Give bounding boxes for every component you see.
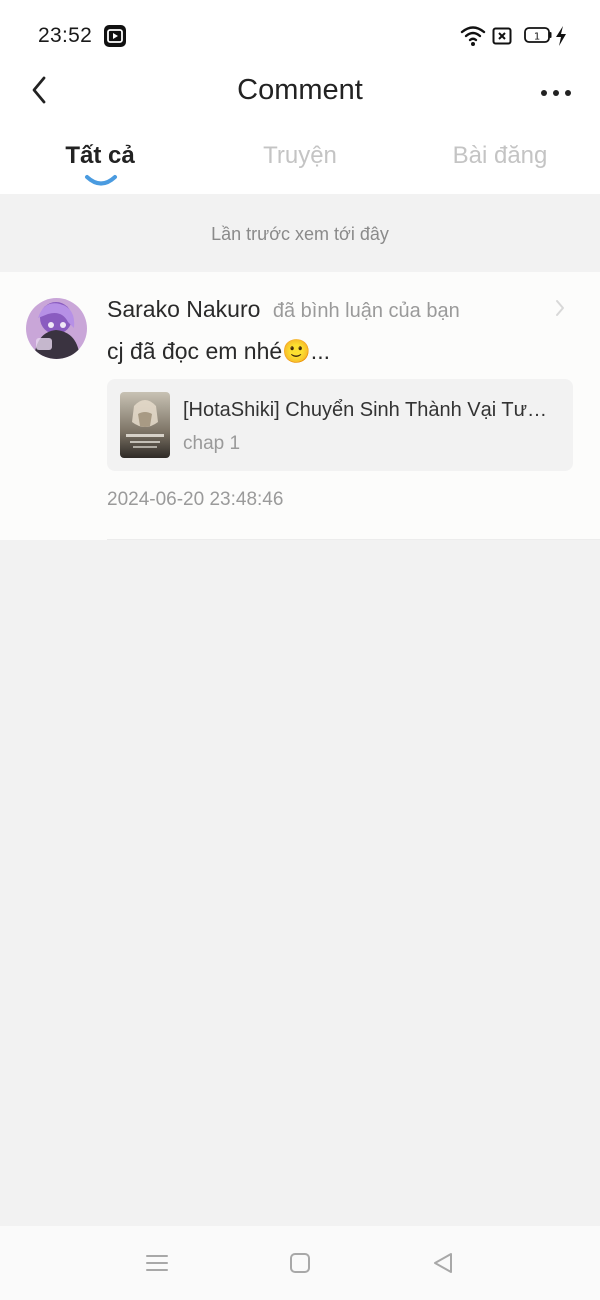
charging-bolt-icon <box>556 26 566 46</box>
tab-posts[interactable]: Bài đăng <box>400 142 600 170</box>
sim-icon <box>492 27 512 45</box>
more-button[interactable] <box>536 78 576 108</box>
story-chapter: chap 1 <box>183 433 241 454</box>
more-horizontal-icon <box>541 90 571 96</box>
tab-bar: Tất cả Truyện Bài đăng <box>0 124 600 194</box>
page-title: Comment <box>237 74 363 106</box>
menu-icon[interactable] <box>144 1250 170 1276</box>
chevron-right-icon <box>556 300 564 316</box>
avatar[interactable] <box>26 298 87 359</box>
notification-header: Sarako Nakuro đã bình luận của bạn <box>107 296 460 323</box>
last-seen-label: Lần trước xem tới đây <box>211 224 389 244</box>
app-header: Comment <box>0 64 600 124</box>
system-nav-bar <box>0 1226 600 1300</box>
story-cover-image <box>120 392 170 458</box>
last-seen-divider: Lần trước xem tới đây <box>0 194 600 272</box>
active-tab-indicator <box>85 175 117 186</box>
story-reference[interactable]: [HotaShiki] Chuyển Sinh Thành Vại Tương.… <box>107 379 573 471</box>
status-time: 23:52 <box>38 24 93 47</box>
comment-text: cj đã đọc em nhé🙂... <box>107 338 330 364</box>
user-name[interactable]: Sarako Nakuro <box>107 296 260 322</box>
back-triangle-icon[interactable] <box>430 1250 456 1276</box>
battery-icon: 1 <box>524 27 552 43</box>
tab-stories[interactable]: Truyện <box>200 142 400 170</box>
home-icon[interactable] <box>287 1250 313 1276</box>
notification-action: đã bình luận của bạn <box>272 300 460 322</box>
battery-level: 1 <box>534 32 540 43</box>
wifi-icon <box>460 26 486 46</box>
divider <box>107 539 600 540</box>
story-title: [HotaShiki] Chuyển Sinh Thành Vại Tương.… <box>183 399 559 421</box>
status-bar: 23:52 1 <box>0 0 600 64</box>
video-play-icon <box>104 25 126 47</box>
notification-item[interactable]: Sarako Nakuro đã bình luận của bạn cj đã… <box>0 272 600 540</box>
tab-all[interactable]: Tất cả <box>0 142 200 170</box>
notification-timestamp: 2024-06-20 23:48:46 <box>107 489 284 510</box>
